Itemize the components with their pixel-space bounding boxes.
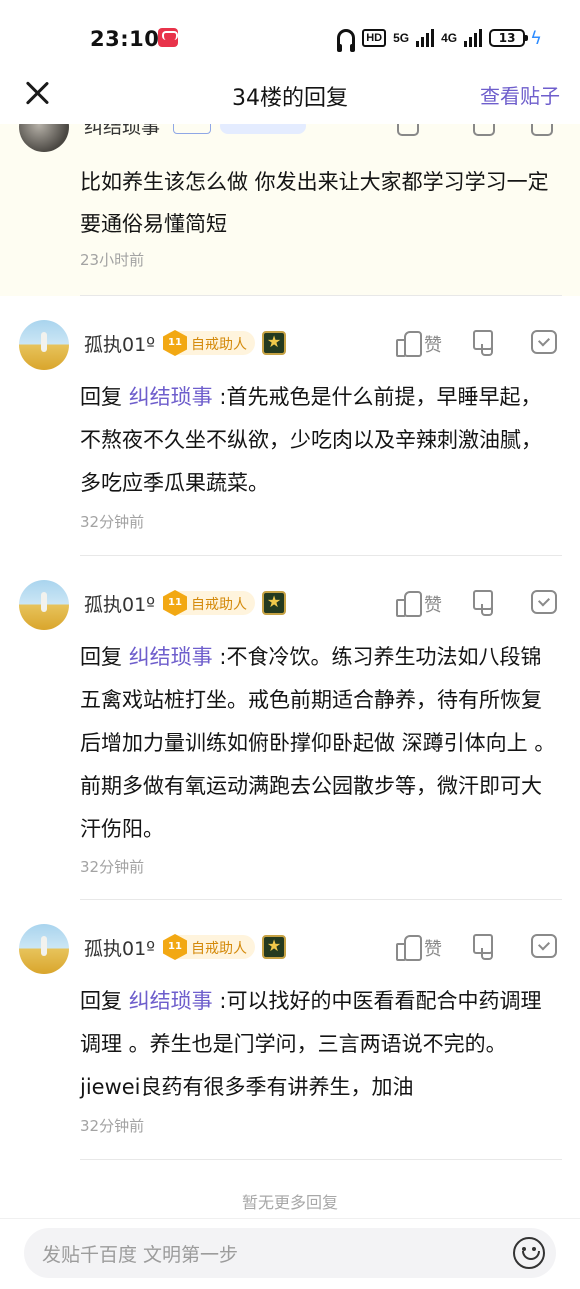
top-nav: 34楼的回复 查看贴子 <box>0 72 580 124</box>
status-icons: HD 5G 4G 13 ϟ <box>337 26 542 52</box>
bottom-input-bar: 发贴千百度 文明第一步 <box>0 1218 580 1289</box>
charging-icon: ϟ <box>530 27 542 49</box>
input-placeholder: 发贴千百度 文明第一步 <box>42 1244 239 1266</box>
divider <box>80 1159 562 1160</box>
level-gem-icon: 11 <box>163 330 187 356</box>
medal-icon <box>262 591 286 615</box>
reply-time: 32分钟前 <box>80 1117 145 1135</box>
network-5g-label: 5G <box>393 31 410 45</box>
thumbs-down-icon[interactable] <box>473 934 497 960</box>
reply-time: 32分钟前 <box>80 858 145 876</box>
like-label: 赞 <box>424 335 442 356</box>
level-gem-icon: 11 <box>163 590 187 616</box>
divider <box>80 555 562 556</box>
thumbs-down-icon[interactable] <box>473 590 497 616</box>
thumbs-up-icon <box>396 590 422 617</box>
view-post-link[interactable]: 查看贴子 <box>480 80 560 109</box>
mention-link[interactable]: 纠结琐事 <box>129 385 213 409</box>
dislike-icon[interactable] <box>473 124 495 136</box>
author-tag-badge <box>173 124 211 134</box>
headphone-icon <box>337 29 356 52</box>
level-badge: 11 自戒助人 <box>163 934 255 960</box>
avatar[interactable] <box>19 580 69 630</box>
level-badge: 11 自戒助人 <box>163 330 255 356</box>
medal-icon <box>262 935 286 959</box>
mention-link[interactable]: 纠结琐事 <box>129 989 213 1013</box>
post-content: 比如养生该怎么做 你发出来让大家都学习学习一定要通俗易懂简短 <box>80 170 549 236</box>
reply-prefix: 回复 <box>80 989 122 1013</box>
like-icon[interactable] <box>397 124 419 136</box>
signal-icon <box>416 29 435 47</box>
like-label: 赞 <box>424 595 442 616</box>
author-level-badge <box>220 124 306 134</box>
medal-icon <box>262 331 286 355</box>
level-gem-icon: 11 <box>163 934 187 960</box>
more-icon[interactable] <box>531 124 553 136</box>
more-options-icon[interactable] <box>531 330 557 354</box>
emoji-icon[interactable] <box>513 1237 545 1269</box>
badge-text: 自戒助人 <box>191 597 247 613</box>
reply-prefix: 回复 <box>80 385 122 409</box>
battery-icon: 13 <box>489 29 529 47</box>
status-bar: 23:10 HD 5G 4G 13 ϟ <box>0 0 580 72</box>
avatar[interactable] <box>19 924 69 974</box>
author-name[interactable]: 纠结琐事 <box>84 124 160 139</box>
divider <box>80 899 562 900</box>
level-badge: 11 自戒助人 <box>163 590 255 616</box>
author-name[interactable]: 孤执01º <box>84 330 155 357</box>
like-label: 赞 <box>424 939 442 960</box>
avatar[interactable] <box>19 320 69 370</box>
divider <box>80 295 562 296</box>
thumbs-up-icon <box>396 934 422 961</box>
author-name[interactable]: 孤执01º <box>84 934 155 961</box>
thumbs-down-icon[interactable] <box>473 330 497 356</box>
badge-text: 自戒助人 <box>191 337 247 353</box>
reply-content: 回复 纠结琐事 :首先戒色是什么前提，早睡早起，不熬夜不久坐不纵欲，少吃肉以及辛… <box>80 376 562 505</box>
badge-text: 自戒助人 <box>191 941 247 957</box>
mention-link[interactable]: 纠结琐事 <box>129 645 213 669</box>
reply-content: 回复 纠结琐事 :不食冷饮。练习养生功法如八段锦五禽戏站桩打坐。戒色前期适合静养… <box>80 636 562 851</box>
avatar[interactable] <box>19 124 69 152</box>
reply-time: 32分钟前 <box>80 513 145 531</box>
reply-content: 回复 纠结琐事 :可以找好的中医看看配合中药调理调理 。养生也是门学问，三言两语… <box>80 980 562 1109</box>
status-time: 23:10 <box>90 27 160 51</box>
app-notification-icon <box>158 28 178 47</box>
original-floor-post: 纠结琐事 比如养生该怎么做 你发出来让大家都学习学习一定要通俗易懂简短 23小时… <box>0 124 580 296</box>
reply-input[interactable]: 发贴千百度 文明第一步 <box>24 1228 556 1278</box>
author-name[interactable]: 孤执01º <box>84 590 155 617</box>
more-options-icon[interactable] <box>531 590 557 614</box>
post-time: 23小时前 <box>80 251 145 269</box>
more-options-icon[interactable] <box>531 934 557 958</box>
no-more-replies-text: 暂无更多回复 <box>241 1193 338 1212</box>
signal-icon-2 <box>464 29 483 47</box>
hd-icon: HD <box>362 29 387 47</box>
reply-prefix: 回复 <box>80 645 122 669</box>
thumbs-up-icon <box>396 330 422 357</box>
network-4g-label: 4G <box>441 31 458 45</box>
reply-text: :不食冷饮。练习养生功法如八段锦五禽戏站桩打坐。戒色前期适合静养，待有所恢复后增… <box>80 645 556 841</box>
